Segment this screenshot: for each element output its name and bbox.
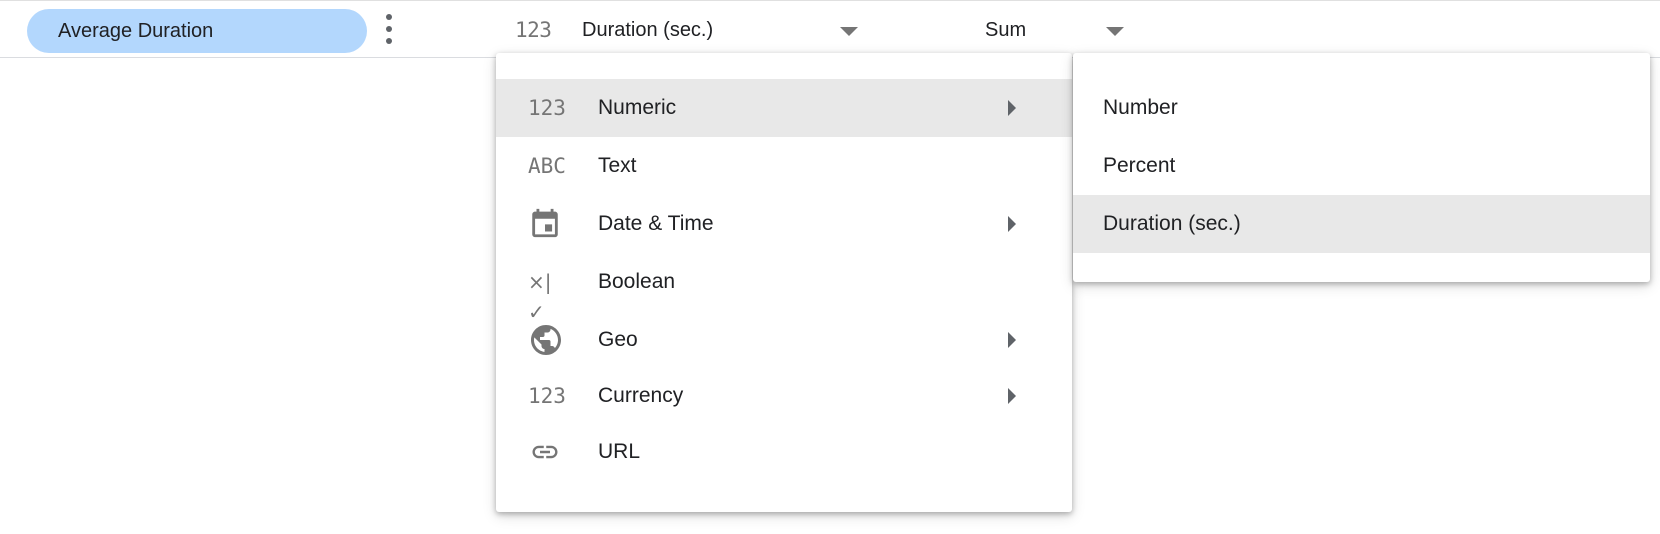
currency-icon: 123 <box>528 384 566 408</box>
menu-item-label: Text <box>598 154 637 177</box>
menu-item-url[interactable]: URL <box>496 423 1072 481</box>
submenu-item-label: Number <box>1103 96 1178 119</box>
field-row: Average Duration 123 Duration (sec.) Sum <box>0 0 1660 58</box>
chevron-right-icon <box>1008 216 1016 232</box>
type-dropdown-value: Duration (sec.) <box>582 19 714 41</box>
type-menu: 123 Numeric ABC Text Date & Time ×|✓ Boo… <box>496 53 1072 512</box>
more-options-icon[interactable] <box>380 14 398 48</box>
submenu-item-number[interactable]: Number <box>1073 79 1650 137</box>
calendar-icon <box>528 208 568 239</box>
menu-item-label: Date & Time <box>598 212 714 235</box>
chevron-right-icon <box>1008 332 1016 348</box>
numeric-type-icon: 123 <box>515 18 552 42</box>
type-dropdown-caret-icon <box>840 27 858 36</box>
submenu-item-percent[interactable]: Percent <box>1073 137 1650 195</box>
field-name-chip[interactable]: Average Duration <box>27 9 367 53</box>
menu-item-date-time[interactable]: Date & Time <box>496 195 1072 253</box>
menu-item-label: Boolean <box>598 270 676 293</box>
aggregation-dropdown-value: Sum <box>985 19 1027 41</box>
menu-item-label: Currency <box>598 384 684 407</box>
text-icon: ABC <box>528 154 566 178</box>
type-dropdown[interactable]: Duration (sec.) <box>582 15 862 47</box>
menu-item-label: Numeric <box>598 96 677 119</box>
aggregation-dropdown-caret-icon <box>1106 27 1124 36</box>
globe-icon <box>528 325 568 355</box>
numeric-submenu: Number Percent Duration (sec.) <box>1073 53 1650 282</box>
submenu-item-label: Percent <box>1103 154 1176 177</box>
link-icon <box>528 437 568 467</box>
menu-item-geo[interactable]: Geo <box>496 311 1072 369</box>
numeric-icon: 123 <box>528 96 566 120</box>
submenu-item-duration[interactable]: Duration (sec.) <box>1073 195 1650 253</box>
menu-item-label: Geo <box>598 328 638 351</box>
submenu-item-label: Duration (sec.) <box>1103 212 1241 235</box>
menu-item-label: URL <box>598 440 641 463</box>
menu-item-text[interactable]: ABC Text <box>496 137 1072 195</box>
chevron-right-icon <box>1008 100 1016 116</box>
menu-item-numeric[interactable]: 123 Numeric <box>496 79 1072 137</box>
menu-item-currency[interactable]: 123 Currency <box>496 367 1072 425</box>
aggregation-dropdown[interactable]: Sum <box>985 15 1125 47</box>
boolean-icon: ×|✓ <box>528 270 552 324</box>
chevron-right-icon <box>1008 388 1016 404</box>
menu-item-boolean[interactable]: ×|✓ Boolean <box>496 253 1072 324</box>
